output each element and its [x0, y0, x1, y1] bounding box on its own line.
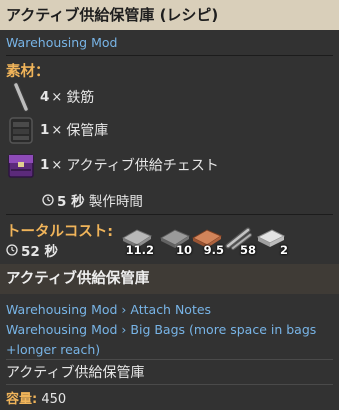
divider	[6, 55, 333, 56]
resource-steel-plate[interactable]: 10	[158, 224, 192, 257]
notes-list: Warehousing Mod › Attach Notes Warehousi…	[6, 300, 334, 360]
clock-icon	[6, 244, 18, 256]
craft-time-label: 製作時間	[88, 194, 143, 210]
total-cost-time: 52 秒	[6, 240, 58, 260]
times-sign: ×	[51, 89, 63, 105]
iron-stick-icon	[6, 81, 36, 113]
divider	[6, 214, 333, 215]
ingredients-title: 素材：	[6, 64, 50, 80]
resource-amount: 2	[279, 243, 288, 257]
mod-note: Warehousing Mod › Big Bags (more space i…	[6, 322, 317, 357]
resource-stone-brick[interactable]: 2	[254, 224, 288, 257]
total-cost-title: トータルコスト:	[6, 224, 114, 240]
total-cost-time-value: 52 秒	[21, 244, 58, 260]
capacity-value: 450	[41, 392, 67, 407]
divider	[6, 359, 333, 360]
warehouse-icon	[6, 114, 36, 146]
capacity-label: 容量:	[6, 392, 38, 407]
craft-time-value: 5 秒	[57, 194, 85, 210]
divider	[6, 384, 333, 385]
resource-iron-plate[interactable]: 11.2	[120, 224, 154, 257]
item-title: アクティブ供給保管庫	[0, 264, 339, 294]
ingredient-name: 鉄筋	[66, 90, 95, 106]
ingredient-amount: 4	[40, 89, 50, 105]
times-sign: ×	[51, 122, 63, 138]
recipe-title: アクティブ供給保管庫 (レシピ)	[6, 6, 219, 24]
resource-amount: 9.5	[203, 243, 224, 257]
tooltip-header: アクティブ供給保管庫 (レシピ)	[0, 0, 339, 30]
active-provider-chest-icon	[6, 149, 36, 181]
ingredient-row[interactable]: 4 × 鉄筋	[6, 80, 94, 114]
times-sign: ×	[51, 157, 63, 173]
ingredient-amount: 1	[40, 157, 50, 173]
clock-icon	[42, 194, 54, 206]
resource-copper-plate[interactable]: 9.5	[190, 224, 224, 257]
ingredient-name: アクティブ供給チェスト	[66, 158, 219, 174]
resource-iron-stick[interactable]: 58	[222, 224, 256, 257]
ingredient-row[interactable]: 1 × 保管庫	[6, 113, 108, 147]
ingredient-row[interactable]: 1 × アクティブ供給チェスト	[6, 148, 219, 182]
ingredient-amount: 1	[40, 122, 50, 138]
item-description: アクティブ供給保管庫	[6, 365, 145, 381]
ingredient-name: 保管庫	[66, 123, 109, 139]
recipe-tooltip: アクティブ供給保管庫 (レシピ) Warehousing Mod 素材： 4 ×…	[0, 0, 339, 410]
resource-amount: 11.2	[125, 243, 154, 257]
mod-source: Warehousing Mod	[6, 35, 118, 50]
mod-note: Warehousing Mod › Attach Notes	[6, 302, 212, 317]
craft-time: 5 秒 製作時間	[42, 190, 143, 210]
capacity: 容量: 450	[6, 388, 66, 407]
